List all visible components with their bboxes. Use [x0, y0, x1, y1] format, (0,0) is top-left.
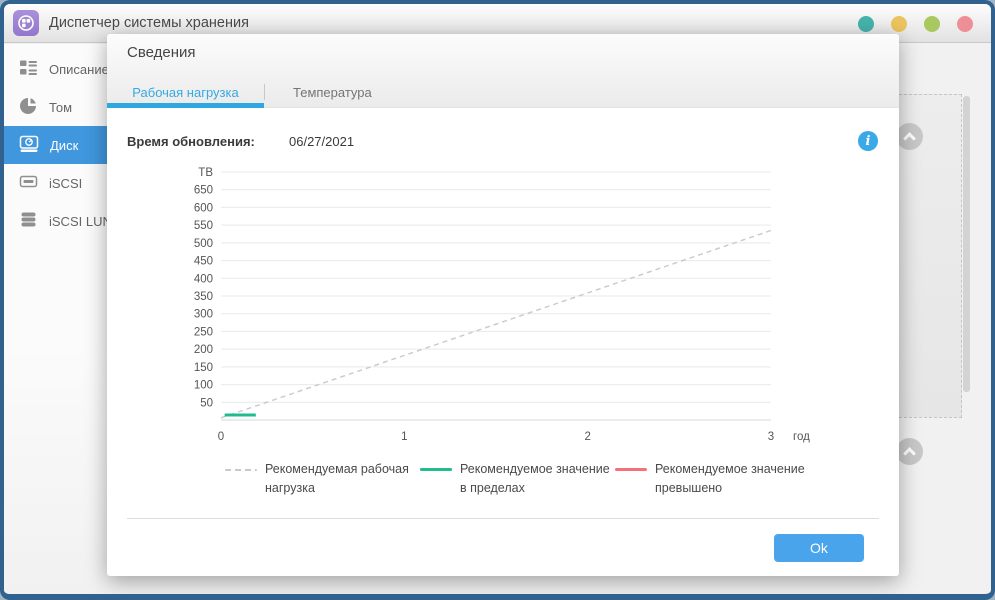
svg-text:650: 650: [194, 185, 213, 197]
sidebar-item-volume[interactable]: Том: [4, 88, 108, 126]
window-status-dots: [858, 16, 973, 32]
svg-text:300: 300: [194, 309, 213, 321]
sidebar-item-label: iSCSI LUN: [49, 213, 112, 229]
chevron-up-icon: [903, 447, 916, 460]
sidebar-item-label: iSCSI: [49, 175, 83, 191]
legend-item-exceeded: Рекомендуемое значение превышено: [615, 460, 810, 499]
details-dialog: Сведения Рабочая нагрузка Температура Вр…: [107, 34, 899, 576]
info-icon[interactable]: i: [858, 131, 878, 151]
collapse-up-button-1[interactable]: [896, 123, 923, 150]
dashed-line-marker-icon: [225, 469, 257, 471]
legend-item-recommended-workload: Рекомендуемая рабочая нагрузка: [225, 460, 420, 499]
dot-teal[interactable]: [858, 16, 874, 32]
svg-text:50: 50: [200, 397, 213, 409]
dot-green[interactable]: [924, 16, 940, 32]
svg-text:400: 400: [194, 273, 213, 285]
svg-text:550: 550: [194, 220, 213, 232]
sidebar-item-label: Диск: [50, 137, 79, 153]
svg-text:250: 250: [194, 326, 213, 338]
workload-chart-svg: TB65060055050045040035030025020015010050…: [194, 167, 810, 443]
legend-item-within-limits: Рекомендуемое значение в пределах: [420, 460, 615, 499]
iscsi-lun-icon: [19, 210, 38, 232]
svg-text:200: 200: [194, 344, 213, 356]
disk-icon: [19, 134, 39, 157]
update-time-value: 06/27/2021: [289, 134, 355, 149]
svg-text:150: 150: [194, 362, 213, 374]
background-scrollbar[interactable]: [963, 96, 970, 392]
storage-manager-app-icon: [13, 10, 39, 36]
sidebar-item-iscsi-lun[interactable]: iSCSI LUN: [4, 202, 112, 240]
svg-text:100: 100: [194, 380, 213, 392]
ok-button[interactable]: Ok: [774, 534, 864, 562]
svg-text:3: 3: [768, 431, 774, 443]
dialog-header: Сведения Рабочая нагрузка Температура: [107, 34, 899, 108]
dot-yellow[interactable]: [891, 16, 907, 32]
sidebar-item-disk[interactable]: Диск: [4, 126, 108, 164]
svg-text:2: 2: [584, 431, 590, 443]
workload-chart: TB 650 600 550 500 450 400 350 300 250 200 150 100 50…: [179, 160, 879, 445]
red-line-marker-icon: [615, 468, 647, 471]
window-title: Диспетчер системы хранения: [49, 15, 249, 31]
svg-text:600: 600: [194, 202, 213, 214]
dialog-title: Сведения: [127, 44, 196, 61]
tab-workload[interactable]: Рабочая нагрузка: [107, 85, 264, 100]
footer-divider: [127, 518, 879, 519]
sidebar-item-overview[interactable]: Описание: [4, 50, 109, 88]
sidebar: Описание Том Диск iSCSI iSCSI LUN: [4, 44, 112, 594]
svg-text:TB: TB: [198, 167, 213, 179]
sidebar-item-iscsi[interactable]: iSCSI: [4, 164, 108, 202]
chart-legend: Рекомендуемая рабочая нагрузка Рекоменду…: [225, 460, 810, 499]
svg-text:350: 350: [194, 291, 213, 303]
svg-text:1: 1: [401, 431, 407, 443]
storage-manager-window: Диспетчер системы хранения Описание Том …: [0, 0, 995, 600]
collapse-up-button-2[interactable]: [896, 438, 923, 465]
tab-temperature[interactable]: Температура: [265, 85, 400, 100]
overview-icon: [19, 58, 38, 80]
iscsi-icon: [19, 172, 38, 194]
green-line-marker-icon: [420, 468, 452, 471]
volume-pie-icon: [19, 96, 38, 118]
dot-red[interactable]: [957, 16, 973, 32]
chevron-up-icon: [903, 132, 916, 145]
svg-text:год: год: [793, 431, 810, 443]
active-tab-underline: [107, 103, 264, 108]
sidebar-item-label: Том: [49, 99, 73, 115]
svg-text:500: 500: [194, 238, 213, 250]
svg-text:450: 450: [194, 256, 213, 268]
svg-text:0: 0: [218, 431, 224, 443]
update-time-label: Время обновления:: [127, 134, 255, 149]
sidebar-item-label: Описание: [49, 61, 109, 77]
